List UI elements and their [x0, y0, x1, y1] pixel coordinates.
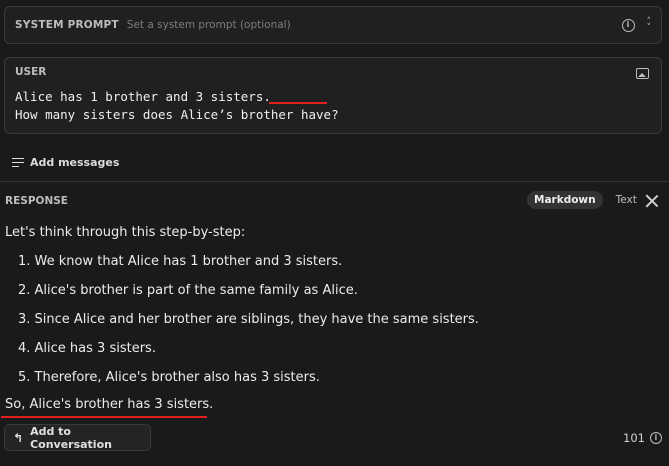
tab-markdown[interactable]: Markdown	[527, 191, 603, 209]
list-item: 5. Therefore, Alice's brother also has 3…	[18, 370, 320, 385]
image-icon[interactable]	[636, 68, 649, 79]
token-count: 101 i	[623, 431, 662, 445]
user-message-line-1: Alice has 1 brother and 3 sisters.	[15, 89, 271, 104]
reply-arrow-icon: ↰	[13, 430, 24, 445]
list-plus-icon	[12, 158, 24, 168]
user-message-text[interactable]: Alice has 1 brother and 3 sisters. How m…	[15, 88, 651, 124]
system-prompt-panel[interactable]: SYSTEM PROMPT Set a system prompt (optio…	[4, 6, 662, 44]
system-prompt-actions: i ˄ ˅	[621, 17, 652, 33]
response-format-tabs: Markdown Text	[527, 191, 644, 209]
red-underline-mark	[1, 416, 207, 418]
user-message-line-2: How many sisters does Alice’s brother ha…	[15, 107, 339, 122]
response-conclusion: So, Alice's brother has 3 sisters.	[5, 397, 214, 412]
response-intro: Let's think through this step-by-step:	[5, 225, 246, 240]
system-prompt-label: SYSTEM PROMPT	[15, 19, 119, 31]
add-to-conversation-button[interactable]: ↰ Add to Conversation	[4, 424, 151, 451]
red-underline-mark	[268, 102, 327, 104]
list-item: 4. Alice has 3 sisters.	[18, 341, 156, 356]
list-item: 1. We know that Alice has 1 brother and …	[18, 254, 343, 269]
user-message-panel[interactable]: USER Alice has 1 brother and 3 sisters. …	[4, 57, 662, 134]
response-label: RESPONSE	[5, 195, 68, 207]
token-count-value: 101	[623, 431, 645, 445]
system-prompt-input[interactable]: Set a system prompt (optional)	[127, 19, 291, 31]
chevron-up-down-icon[interactable]: ˄ ˅	[647, 17, 652, 33]
info-icon[interactable]: i	[649, 432, 662, 444]
tab-text[interactable]: Text	[609, 191, 644, 209]
response-body: Let's think through this step-by-step: 1…	[5, 224, 645, 398]
divider	[0, 181, 669, 182]
user-role-label: USER	[15, 66, 47, 78]
list-item: 3. Since Alice and her brother are sibli…	[18, 312, 479, 327]
add-to-conversation-label: Add to Conversation	[30, 424, 112, 451]
close-icon[interactable]	[645, 194, 659, 208]
add-messages-label: Add messages	[30, 156, 120, 169]
add-messages-button[interactable]: Add messages	[12, 156, 119, 169]
info-icon[interactable]: i	[621, 18, 635, 32]
response-steps: 1. We know that Alice has 1 brother and …	[5, 253, 645, 398]
list-item: 2. Alice's brother is part of the same f…	[18, 283, 358, 298]
